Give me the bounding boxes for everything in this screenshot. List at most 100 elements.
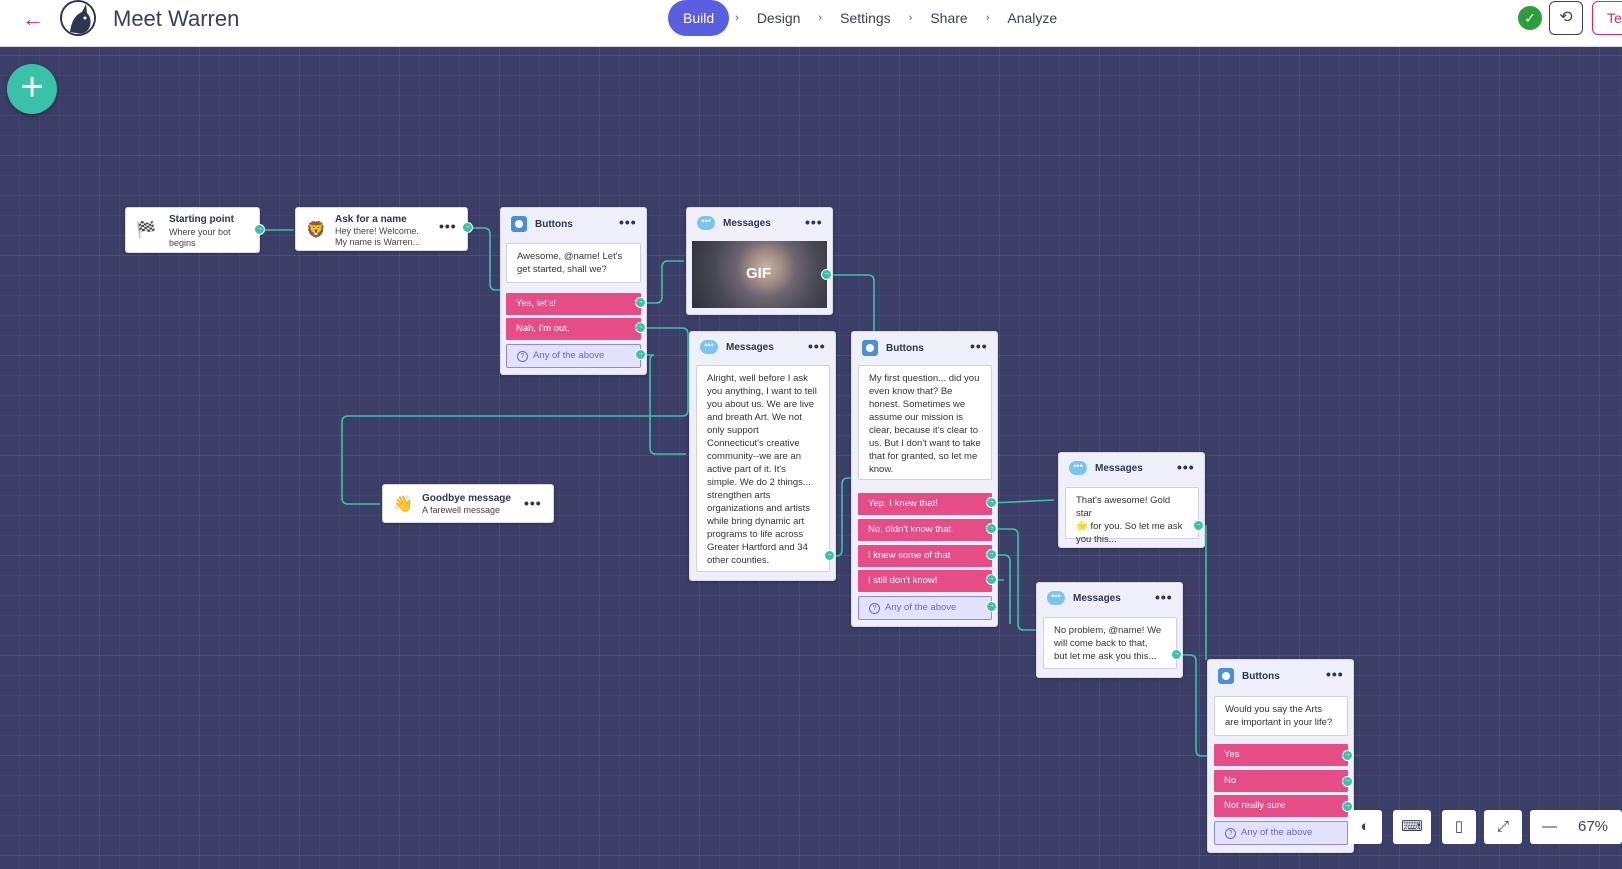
- node-title: Starting point: [169, 214, 234, 225]
- step-navigation: Build › Design › Settings › Share › Anal…: [668, 0, 1069, 36]
- choice-button[interactable]: Nah, I'm out.: [506, 318, 641, 340]
- mouse-button[interactable]: ▯: [1442, 810, 1476, 844]
- any-of-the-above-button[interactable]: Any of the above: [858, 596, 992, 620]
- message-line: know.: [869, 464, 894, 475]
- output-port[interactable]: →: [986, 497, 997, 508]
- node-title: Goodbye message: [422, 493, 511, 504]
- tab-build[interactable]: Build: [668, 0, 730, 36]
- output-port[interactable]: →: [254, 224, 265, 235]
- node-ask-for-a-name[interactable]: 🦁 Ask for a name Hey there! Welcome. My …: [295, 207, 468, 251]
- test-button[interactable]: Te: [1592, 1, 1622, 35]
- choice-button[interactable]: Not really sure: [1214, 795, 1348, 817]
- any-of-the-above-button[interactable]: Any of the above: [1214, 821, 1348, 845]
- node-title: Messages: [1073, 592, 1121, 604]
- choice-button[interactable]: I knew some of that: [858, 545, 992, 567]
- tab-analyze[interactable]: Analyze: [995, 10, 1069, 26]
- message-line: will come back to that,: [1054, 638, 1148, 649]
- tab-design[interactable]: Design: [745, 10, 813, 26]
- node-messages-gif[interactable]: ••• Messages ••• GIF: [686, 207, 833, 315]
- more-options-button[interactable]: •••: [1155, 589, 1173, 605]
- choice-button[interactable]: Yep, I knew that!: [858, 493, 992, 515]
- any-of-the-above-button[interactable]: Any of the above: [506, 344, 641, 368]
- more-options-button[interactable]: •••: [805, 214, 823, 230]
- output-port[interactable]: →: [824, 550, 835, 561]
- tab-share[interactable]: Share: [918, 10, 979, 26]
- message-line: while bring dynamic art: [707, 516, 805, 527]
- output-port[interactable]: →: [986, 601, 997, 612]
- buttons-block-icon: [511, 216, 527, 232]
- minus-icon[interactable]: —: [1542, 810, 1557, 844]
- message-line: programs to life across: [707, 529, 804, 540]
- back-arrow-icon[interactable]: ←: [22, 6, 44, 32]
- message-bubble[interactable]: Alright, well before I ask you anything,…: [696, 365, 830, 572]
- node-title: Messages: [1095, 462, 1143, 474]
- node-goodbye-message[interactable]: 👋 Goodbye message A farewell message •••: [382, 484, 554, 523]
- node-title: Buttons: [886, 342, 924, 354]
- message-line: get started, shall we?: [517, 264, 607, 275]
- message-line: My first question... did you: [869, 373, 980, 384]
- history-button[interactable]: ⟲: [1549, 1, 1583, 35]
- output-port[interactable]: →: [1342, 750, 1353, 761]
- message-line: community--we are an: [707, 451, 801, 462]
- message-line: No problem, @name! We: [1054, 625, 1162, 636]
- node-subtitle: My name is Warren...: [335, 237, 421, 247]
- message-line: Greater Hartford and 34: [707, 542, 808, 553]
- node-buttons-2[interactable]: Buttons ••• My first question... did you…: [851, 331, 998, 627]
- more-options-button[interactable]: •••: [1326, 666, 1344, 682]
- output-port[interactable]: →: [635, 349, 646, 360]
- message-bubble[interactable]: That's awesome! Gold star 🌟 for you. So …: [1065, 487, 1199, 545]
- more-options-button[interactable]: •••: [1177, 459, 1195, 475]
- node-messages-about[interactable]: ••• Messages ••• Alright, well before I …: [689, 331, 836, 581]
- output-port[interactable]: →: [1342, 776, 1353, 787]
- node-messages-no-problem[interactable]: ••• Messages ••• No problem, @name! We w…: [1036, 582, 1183, 678]
- checkered-flag-icon: 🏁: [136, 222, 156, 239]
- message-bubble[interactable]: Awesome, @name! Let's get started, shall…: [506, 243, 641, 283]
- check-circle-icon: ✓: [1518, 6, 1542, 30]
- output-port[interactable]: →: [635, 297, 646, 308]
- choice-button[interactable]: I still don't know!: [858, 570, 992, 592]
- output-port[interactable]: →: [462, 222, 473, 233]
- output-port[interactable]: →: [986, 574, 997, 585]
- choice-button[interactable]: Yes, let's!: [506, 293, 641, 315]
- output-port[interactable]: →: [1342, 801, 1353, 812]
- message-line: Awesome, @name! Let's: [517, 251, 623, 262]
- choice-button[interactable]: No, didn't know that.: [858, 519, 992, 541]
- node-subtitle: Where your bot: [169, 227, 231, 237]
- contrast-toggle-button[interactable]: ◐: [1348, 810, 1382, 844]
- gif-image[interactable]: GIF: [692, 241, 827, 308]
- output-port[interactable]: →: [1171, 649, 1182, 660]
- more-options-button[interactable]: •••: [970, 338, 988, 354]
- fit-screen-icon: ⤢: [1496, 818, 1509, 835]
- more-options-button[interactable]: •••: [808, 338, 826, 354]
- node-buttons-3[interactable]: Buttons ••• Would you say the Arts are i…: [1207, 659, 1354, 853]
- message-bubble[interactable]: Would you say the Arts are important in …: [1214, 696, 1348, 736]
- buttons-block-icon: [862, 340, 878, 356]
- output-port[interactable]: →: [986, 549, 997, 560]
- more-options-button[interactable]: •••: [524, 495, 542, 511]
- output-port[interactable]: →: [986, 523, 997, 534]
- node-messages-gold-star[interactable]: ••• Messages ••• That's awesome! Gold st…: [1058, 452, 1205, 548]
- choice-button[interactable]: Yes: [1214, 744, 1348, 766]
- more-options-button[interactable]: •••: [439, 218, 457, 234]
- add-node-button[interactable]: +: [7, 64, 57, 114]
- node-subtitle: A farewell message: [422, 505, 501, 515]
- more-options-button[interactable]: •••: [619, 214, 637, 230]
- tab-settings[interactable]: Settings: [828, 10, 903, 26]
- message-bubble[interactable]: My first question... did you even know t…: [858, 365, 992, 480]
- chevron-right-icon: ›: [985, 12, 990, 24]
- node-buttons-1[interactable]: Buttons ••• Awesome, @name! Let's get st…: [500, 207, 647, 375]
- keyboard-button[interactable]: ⌨: [1393, 810, 1431, 844]
- fit-screen-button[interactable]: ⤢: [1484, 810, 1522, 844]
- node-starting-point[interactable]: 🏁 Starting point Where your bot begins: [125, 207, 260, 253]
- message-bubble[interactable]: No problem, @name! We will come back to …: [1043, 617, 1177, 669]
- output-port[interactable]: →: [821, 269, 832, 280]
- contrast-icon: ◐: [1360, 818, 1370, 835]
- message-line: even know that? Be: [869, 386, 953, 397]
- node-title: Messages: [726, 341, 774, 353]
- node-header: ••• Messages: [1047, 591, 1121, 605]
- message-line: but let me ask you this...: [1054, 651, 1157, 662]
- choice-button[interactable]: No: [1214, 770, 1348, 792]
- output-port[interactable]: →: [1193, 520, 1204, 531]
- message-line: you about us. We are live: [707, 399, 815, 410]
- output-port[interactable]: →: [635, 322, 646, 333]
